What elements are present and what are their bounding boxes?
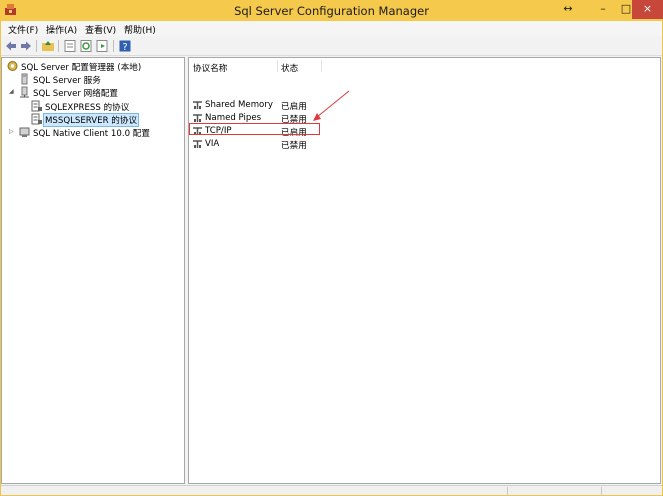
- expand-arrow-icon[interactable]: ◢: [9, 88, 14, 95]
- protocol-status: 已启用: [281, 102, 307, 112]
- status-divider: [507, 487, 508, 495]
- restore-button[interactable]: ↔: [555, 0, 581, 19]
- column-divider[interactable]: [321, 60, 322, 72]
- toolbar-separator: [36, 40, 37, 52]
- status-bar: [1, 485, 662, 495]
- toolbar: ?: [1, 37, 662, 56]
- title-bar: Sql Server Configuration Manager ↔ – □ ×: [0, 0, 663, 21]
- column-divider[interactable]: [277, 60, 278, 72]
- toolbar-separator: [113, 40, 114, 52]
- close-button[interactable]: ×: [632, 0, 663, 19]
- tree-label: MSSQLSERVER 的协议: [42, 113, 140, 127]
- table-row[interactable]: VIA 已禁用: [189, 138, 661, 151]
- native-client-icon: [19, 127, 30, 137]
- protocol-icon: [193, 114, 202, 122]
- protocol-icon: [193, 140, 202, 148]
- minimize-button[interactable]: –: [590, 0, 616, 19]
- server-config-icon: [7, 61, 18, 71]
- up-folder-icon[interactable]: [41, 39, 55, 53]
- back-icon[interactable]: [4, 39, 18, 53]
- protocol-name: Shared Memory: [205, 100, 273, 110]
- menu-help[interactable]: 帮助(H): [124, 23, 156, 36]
- table-row[interactable]: Shared Memory 已启用: [189, 99, 661, 112]
- annotation-arrow-icon: [313, 90, 350, 121]
- status-divider: [601, 487, 602, 495]
- menu-view[interactable]: 查看(V): [85, 23, 116, 36]
- tree-label: SQL Native Client 10.0 配置: [33, 129, 150, 139]
- export-icon[interactable]: [95, 39, 109, 53]
- protocol-name: VIA: [205, 139, 220, 149]
- protocol-list-icon: [31, 113, 42, 125]
- svg-text:?: ?: [122, 42, 127, 53]
- tree-label: SQL Server 配置管理器 (本地): [21, 63, 142, 73]
- help-icon[interactable]: ?: [118, 39, 132, 53]
- network-config-icon: [20, 86, 29, 98]
- tree-pane: SQL Server 配置管理器 (本地) SQL Server 服务 ◢ SQ…: [1, 57, 185, 484]
- column-header-status[interactable]: 状态: [281, 62, 298, 74]
- protocol-name: Named Pipes: [205, 113, 262, 123]
- properties-icon[interactable]: [63, 39, 77, 53]
- refresh-icon[interactable]: [79, 39, 93, 53]
- column-header-name[interactable]: 协议名称: [193, 62, 227, 74]
- list-pane: 协议名称 状态 Shared Memory 已启用 Named Pipes 已禁…: [188, 57, 661, 484]
- protocol-list-icon: [31, 100, 42, 112]
- menu-file[interactable]: 文件(F): [8, 23, 38, 36]
- annotation-highlight-box: [189, 123, 320, 135]
- protocol-icon: [193, 101, 202, 109]
- menu-action[interactable]: 操作(A): [46, 23, 77, 36]
- menu-bar: 文件(F) 操作(A) 查看(V) 帮助(H): [1, 21, 662, 36]
- protocol-status: 已禁用: [281, 141, 307, 151]
- collapsed-arrow-icon[interactable]: ▷: [9, 128, 14, 135]
- tree-label: SQL Server 网络配置: [33, 89, 119, 99]
- toolbar-separator: [58, 40, 59, 52]
- tree-label: SQLEXPRESS 的协议: [45, 103, 130, 113]
- server-icon: [21, 73, 28, 85]
- window-frame: 文件(F) 操作(A) 查看(V) 帮助(H) ? SQL Server 配置管…: [1, 21, 662, 495]
- forward-icon[interactable]: [19, 39, 33, 53]
- tree-label: SQL Server 服务: [33, 76, 101, 86]
